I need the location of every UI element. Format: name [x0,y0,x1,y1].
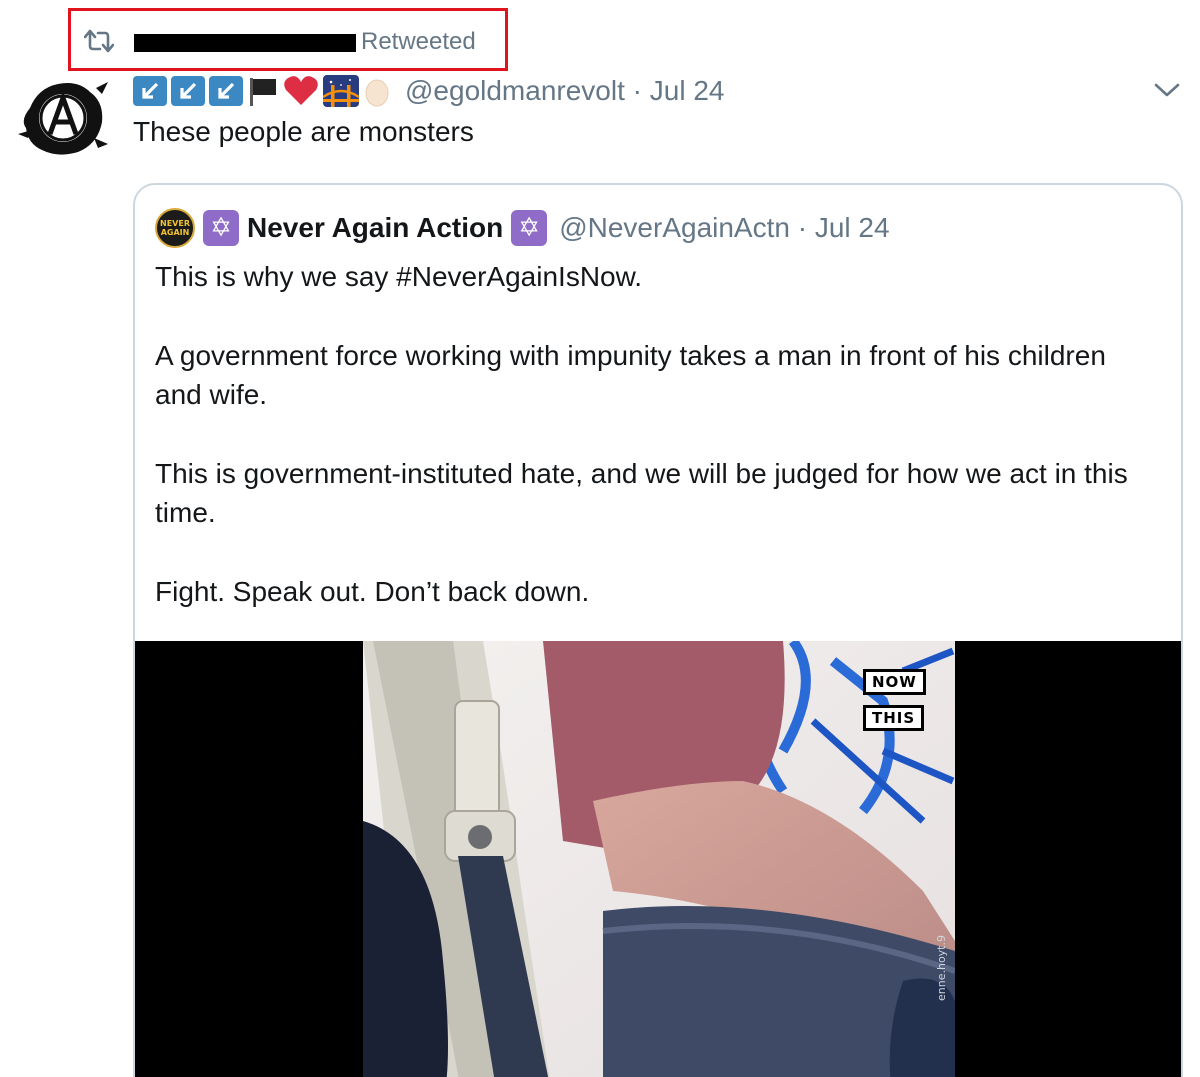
arrow-down-left-icon [133,76,167,106]
quoted-tweet-header: NEVER AGAIN ✡ Never Again Action ✡ @Neve… [155,207,890,249]
chevron-down-icon[interactable] [1150,78,1184,102]
user-avatar[interactable] [18,78,110,158]
tweet-meta[interactable]: @egoldmanrevolt · Jul 24 [405,75,724,107]
quoted-tweet-text: This is why we say #NeverAgainIsNow. A g… [155,257,1155,651]
quoted-tweet-card[interactable]: NEVER AGAIN ✡ Never Again Action ✡ @Neve… [133,183,1183,1077]
egg-icon [365,79,389,107]
tweet-header: @egoldmanrevolt · Jul 24 [133,72,724,110]
tweet-text: These people are monsters [133,116,474,147]
video-watermark: enne.hoyt.9 [935,935,948,1001]
nowthis-logo-bottom: THIS [863,705,925,731]
redacted-username [134,34,356,52]
arrow-down-left-icon [209,76,243,106]
quoted-paragraph: A government force working with impunity… [155,340,1106,410]
quoted-paragraph: This is why we say #NeverAgainIsNow. [155,261,643,292]
meta-separator: · [632,75,642,106]
video-player[interactable]: NOW THIS enne.hoyt.9 [135,641,1181,1077]
quoted-handle[interactable]: @NeverAgainActn [559,212,790,243]
nowthis-logo-top: NOW [863,669,926,695]
bridge-at-night-icon [323,75,359,107]
black-flag-icon [250,78,276,106]
tweet-date[interactable]: Jul 24 [650,75,725,106]
video-frame: NOW THIS [363,641,955,1077]
star-of-david-icon: ✡ [203,210,239,246]
arrow-down-left-icon [171,76,205,106]
quoted-date[interactable]: Jul 24 [815,212,890,243]
tweet-handle[interactable]: @egoldmanrevolt [405,75,625,106]
star-of-david-icon: ✡ [511,210,548,246]
tweet-page: Retweeted @egoldmanrevolt · Jul 24 These… [0,0,1200,1077]
quoted-paragraph: This is government-instituted hate, and … [155,458,1128,528]
retweeted-label: Retweeted [361,28,476,55]
avatar-text: NEVER AGAIN [160,219,190,237]
quoted-meta[interactable]: @NeverAgainActn · Jul 24 [559,212,889,244]
quoted-display-name[interactable]: Never Again Action [247,212,503,244]
quoted-user-avatar[interactable]: NEVER AGAIN [155,208,195,248]
quoted-paragraph: Fight. Speak out. Don’t back down. [155,576,590,607]
meta-separator: · [797,212,808,243]
red-heart-icon [284,76,318,105]
retweet-icon[interactable] [84,28,114,54]
